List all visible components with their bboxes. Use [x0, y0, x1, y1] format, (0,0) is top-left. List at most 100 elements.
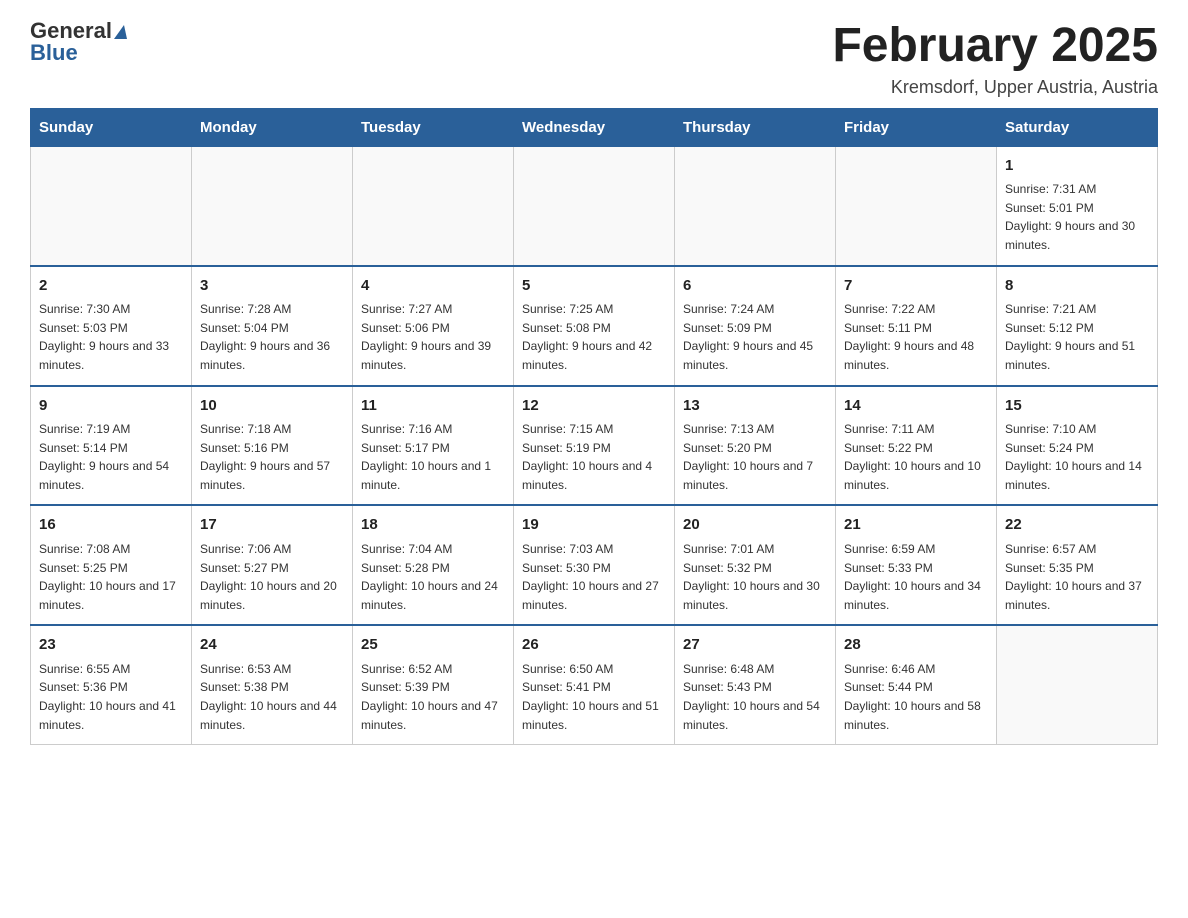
day-number: 2 — [39, 275, 183, 298]
day-info: Sunrise: 7:08 AM Sunset: 5:25 PM Dayligh… — [39, 540, 183, 614]
day-number: 6 — [683, 275, 827, 298]
day-info: Sunrise: 7:04 AM Sunset: 5:28 PM Dayligh… — [361, 540, 505, 614]
day-info: Sunrise: 7:21 AM Sunset: 5:12 PM Dayligh… — [1005, 300, 1149, 374]
day-info: Sunrise: 7:16 AM Sunset: 5:17 PM Dayligh… — [361, 420, 505, 494]
calendar-row-4: 16 Sunrise: 7:08 AM Sunset: 5:25 PM Dayli… — [31, 505, 1158, 625]
day-number: 12 — [522, 395, 666, 418]
day-info: Sunrise: 7:24 AM Sunset: 5:09 PM Dayligh… — [683, 300, 827, 374]
col-friday: Friday — [836, 108, 997, 146]
calendar-header-row: Sunday Monday Tuesday Wednesday Thursday… — [31, 108, 1158, 146]
title-block: February 2025 Kremsdorf, Upper Austria, … — [832, 20, 1158, 98]
day-number: 23 — [39, 634, 183, 657]
logo: General Blue — [30, 20, 127, 64]
calendar-row-5: 23 Sunrise: 6:55 AM Sunset: 5:36 PM Dayli… — [31, 625, 1158, 744]
day-number: 28 — [844, 634, 988, 657]
col-monday: Monday — [192, 108, 353, 146]
calendar-cell: 10Sunrise: 7:18 AM Sunset: 5:16 PM Dayli… — [192, 386, 353, 506]
day-info: Sunrise: 7:10 AM Sunset: 5:24 PM Dayligh… — [1005, 420, 1149, 494]
calendar-cell — [675, 146, 836, 265]
day-number: 24 — [200, 634, 344, 657]
calendar-cell: 19 Sunrise: 7:03 AM Sunset: 5:30 PM Dayli… — [514, 505, 675, 625]
col-sunday: Sunday — [31, 108, 192, 146]
calendar-cell: 27 Sunrise: 6:48 AM Sunset: 5:43 PM Dayli… — [675, 625, 836, 744]
day-number: 17 — [200, 514, 344, 537]
day-number: 9 — [39, 395, 183, 418]
day-info: Sunrise: 7:15 AM Sunset: 5:19 PM Dayligh… — [522, 420, 666, 494]
logo-text: General — [30, 20, 127, 42]
col-wednesday: Wednesday — [514, 108, 675, 146]
calendar-cell: 8Sunrise: 7:21 AM Sunset: 5:12 PM Daylig… — [997, 266, 1158, 386]
calendar-cell: 1Sunrise: 7:31 AM Sunset: 5:01 PM Daylig… — [997, 146, 1158, 265]
day-number: 15 — [1005, 395, 1149, 418]
day-number: 16 — [39, 514, 183, 537]
calendar-cell: 16 Sunrise: 7:08 AM Sunset: 5:25 PM Dayli… — [31, 505, 192, 625]
day-number: 7 — [844, 275, 988, 298]
day-info: Sunrise: 6:50 AM Sunset: 5:41 PM Dayligh… — [522, 660, 666, 734]
calendar-cell: 18Sunrise: 7:04 AM Sunset: 5:28 PM Dayli… — [353, 505, 514, 625]
day-info: Sunrise: 6:52 AM Sunset: 5:39 PM Dayligh… — [361, 660, 505, 734]
day-info: Sunrise: 7:01 AM Sunset: 5:32 PM Dayligh… — [683, 540, 827, 614]
calendar-cell: 23 Sunrise: 6:55 AM Sunset: 5:36 PM Dayli… — [31, 625, 192, 744]
day-info: Sunrise: 6:55 AM Sunset: 5:36 PM Dayligh… — [39, 660, 183, 734]
calendar-cell: 4Sunrise: 7:27 AM Sunset: 5:06 PM Daylig… — [353, 266, 514, 386]
col-saturday: Saturday — [997, 108, 1158, 146]
day-number: 25 — [361, 634, 505, 657]
day-number: 22 — [1005, 514, 1149, 537]
location-text: Kremsdorf, Upper Austria, Austria — [832, 77, 1158, 98]
day-number: 11 — [361, 395, 505, 418]
day-info: Sunrise: 7:30 AM Sunset: 5:03 PM Dayligh… — [39, 300, 183, 374]
day-info: Sunrise: 7:03 AM Sunset: 5:30 PM Dayligh… — [522, 540, 666, 614]
calendar-cell: 25 Sunrise: 6:52 AM Sunset: 5:39 PM Dayli… — [353, 625, 514, 744]
calendar-cell: 9Sunrise: 7:19 AM Sunset: 5:14 PM Daylig… — [31, 386, 192, 506]
calendar-cell: 3Sunrise: 7:28 AM Sunset: 5:04 PM Daylig… — [192, 266, 353, 386]
day-info: Sunrise: 7:22 AM Sunset: 5:11 PM Dayligh… — [844, 300, 988, 374]
logo-blue-text: Blue — [30, 42, 78, 64]
day-info: Sunrise: 7:31 AM Sunset: 5:01 PM Dayligh… — [1005, 180, 1149, 254]
day-info: Sunrise: 7:13 AM Sunset: 5:20 PM Dayligh… — [683, 420, 827, 494]
calendar-table: Sunday Monday Tuesday Wednesday Thursday… — [30, 108, 1158, 745]
calendar-cell — [514, 146, 675, 265]
day-info: Sunrise: 7:27 AM Sunset: 5:06 PM Dayligh… — [361, 300, 505, 374]
calendar-cell: 17 Sunrise: 7:06 AM Sunset: 5:27 PM Dayli… — [192, 505, 353, 625]
day-info: Sunrise: 6:48 AM Sunset: 5:43 PM Dayligh… — [683, 660, 827, 734]
calendar-cell: 12Sunrise: 7:15 AM Sunset: 5:19 PM Dayli… — [514, 386, 675, 506]
day-number: 4 — [361, 275, 505, 298]
day-number: 8 — [1005, 275, 1149, 298]
calendar-cell: 11Sunrise: 7:16 AM Sunset: 5:17 PM Dayli… — [353, 386, 514, 506]
day-info: Sunrise: 6:53 AM Sunset: 5:38 PM Dayligh… — [200, 660, 344, 734]
day-info: Sunrise: 7:28 AM Sunset: 5:04 PM Dayligh… — [200, 300, 344, 374]
calendar-cell: 14Sunrise: 7:11 AM Sunset: 5:22 PM Dayli… — [836, 386, 997, 506]
day-number: 10 — [200, 395, 344, 418]
day-number: 13 — [683, 395, 827, 418]
calendar-cell — [31, 146, 192, 265]
day-number: 5 — [522, 275, 666, 298]
col-tuesday: Tuesday — [353, 108, 514, 146]
day-number: 1 — [1005, 155, 1149, 178]
calendar-cell — [192, 146, 353, 265]
calendar-cell: 24 Sunrise: 6:53 AM Sunset: 5:38 PM Dayli… — [192, 625, 353, 744]
calendar-cell: 7Sunrise: 7:22 AM Sunset: 5:11 PM Daylig… — [836, 266, 997, 386]
day-number: 27 — [683, 634, 827, 657]
col-thursday: Thursday — [675, 108, 836, 146]
calendar-cell: 5Sunrise: 7:25 AM Sunset: 5:08 PM Daylig… — [514, 266, 675, 386]
day-info: Sunrise: 7:11 AM Sunset: 5:22 PM Dayligh… — [844, 420, 988, 494]
calendar-cell: 28 Sunrise: 6:46 AM Sunset: 5:44 PM Dayli… — [836, 625, 997, 744]
calendar-row-2: 2Sunrise: 7:30 AM Sunset: 5:03 PM Daylig… — [31, 266, 1158, 386]
calendar-cell — [836, 146, 997, 265]
calendar-cell: 2Sunrise: 7:30 AM Sunset: 5:03 PM Daylig… — [31, 266, 192, 386]
calendar-cell: 21Sunrise: 6:59 AM Sunset: 5:33 PM Dayli… — [836, 505, 997, 625]
day-info: Sunrise: 6:57 AM Sunset: 5:35 PM Dayligh… — [1005, 540, 1149, 614]
day-info: Sunrise: 7:06 AM Sunset: 5:27 PM Dayligh… — [200, 540, 344, 614]
calendar-row-3: 9Sunrise: 7:19 AM Sunset: 5:14 PM Daylig… — [31, 386, 1158, 506]
calendar-cell: 20Sunrise: 7:01 AM Sunset: 5:32 PM Dayli… — [675, 505, 836, 625]
calendar-cell: 13Sunrise: 7:13 AM Sunset: 5:20 PM Dayli… — [675, 386, 836, 506]
day-number: 19 — [522, 514, 666, 537]
day-info: Sunrise: 6:59 AM Sunset: 5:33 PM Dayligh… — [844, 540, 988, 614]
calendar-row-1: 1Sunrise: 7:31 AM Sunset: 5:01 PM Daylig… — [31, 146, 1158, 265]
day-info: Sunrise: 7:25 AM Sunset: 5:08 PM Dayligh… — [522, 300, 666, 374]
calendar-cell: 22 Sunrise: 6:57 AM Sunset: 5:35 PM Dayli… — [997, 505, 1158, 625]
day-info: Sunrise: 6:46 AM Sunset: 5:44 PM Dayligh… — [844, 660, 988, 734]
day-number: 3 — [200, 275, 344, 298]
day-number: 26 — [522, 634, 666, 657]
calendar-cell — [997, 625, 1158, 744]
